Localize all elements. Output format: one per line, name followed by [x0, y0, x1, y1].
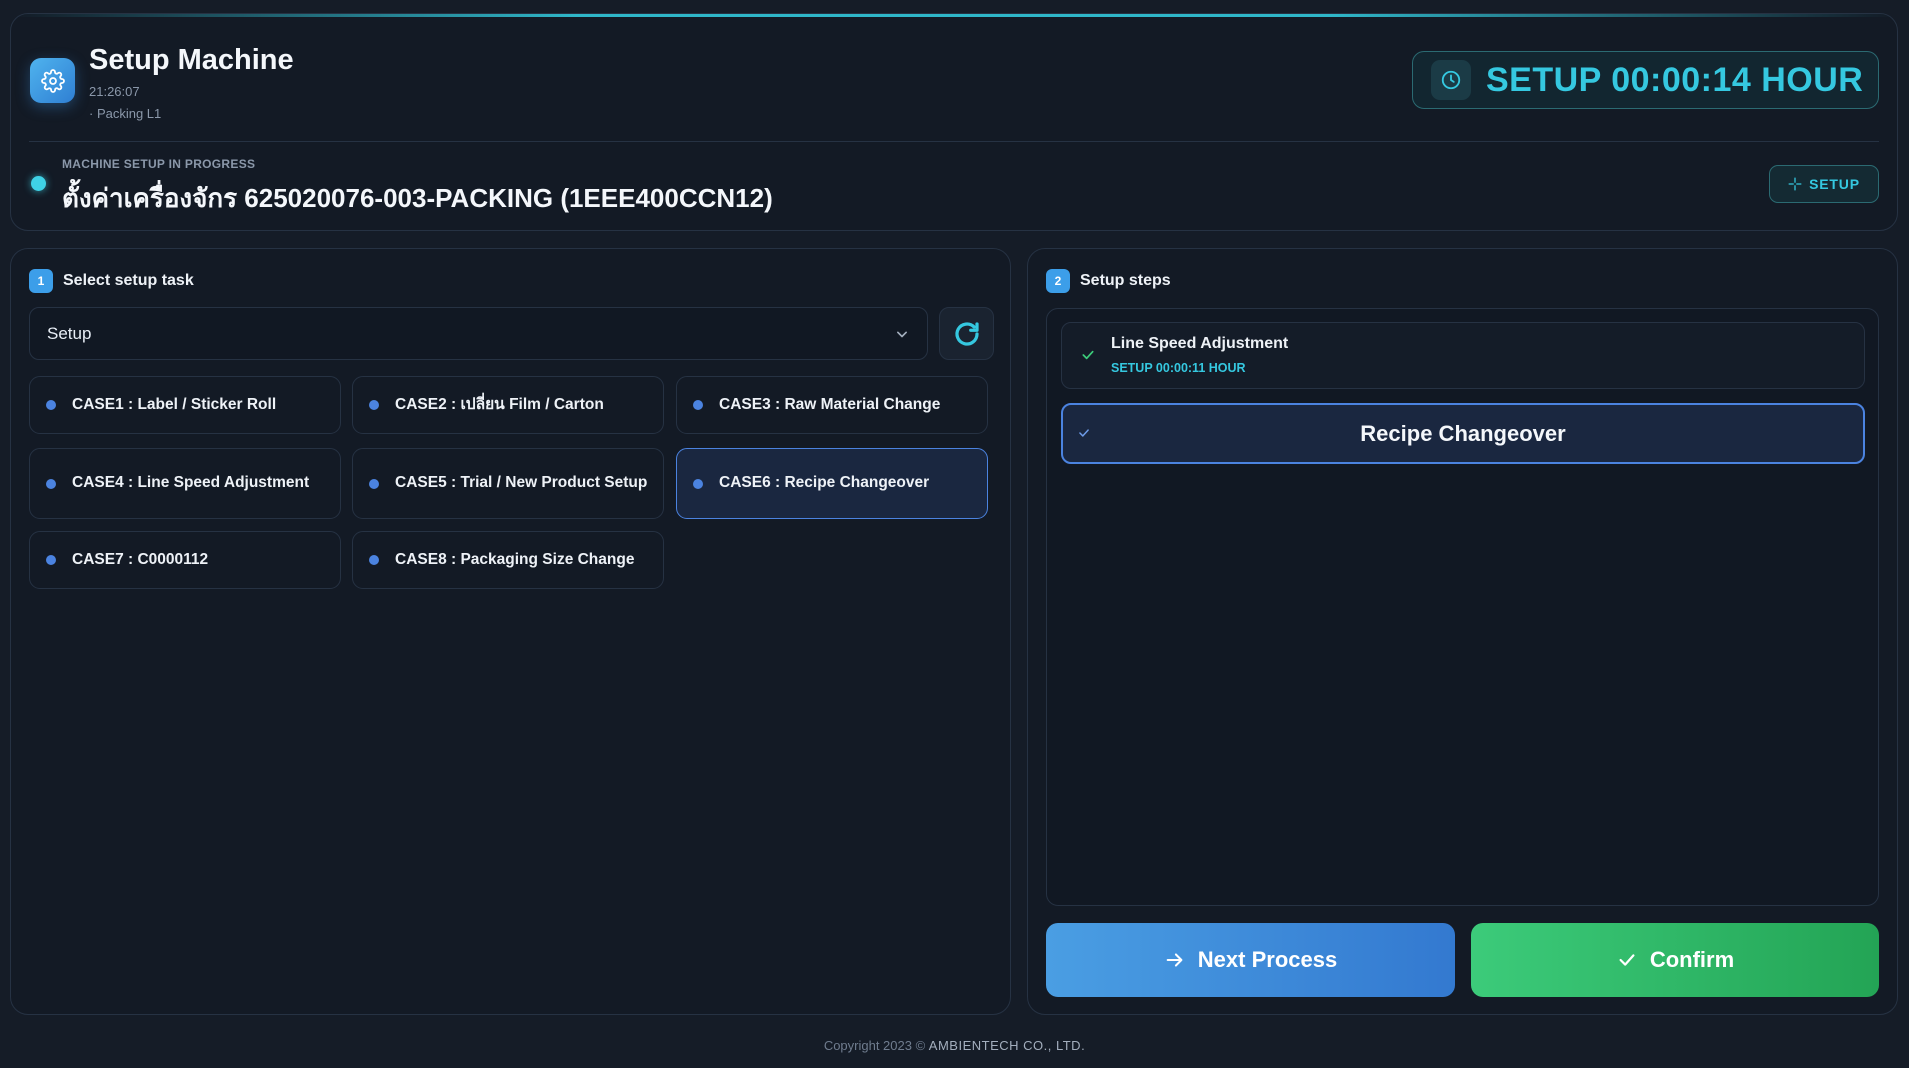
setup-steps-panel: 2 Setup steps Line Speed Adjustment SETU… [1027, 248, 1898, 1015]
section-header-setup-steps: 2 Setup steps [1046, 269, 1171, 293]
case-button-8[interactable]: CASE8 : Packaging Size Change [352, 531, 664, 589]
page-title: Setup Machine [89, 44, 294, 76]
case-button-7[interactable]: CASE7 : C0000112 [29, 531, 341, 589]
status-label: MACHINE SETUP IN PROGRESS [62, 157, 256, 171]
step-item-completed[interactable]: Line Speed Adjustment SETUP 00:00:11 HOU… [1061, 322, 1865, 389]
company-name: AMBIENTECH CO., LTD. [928, 1038, 1086, 1053]
clock-time: 21:26:07 [89, 84, 140, 99]
setup-timer: SETUP 00:00:14 HOUR [1412, 51, 1879, 109]
setup-steps-list: Line Speed Adjustment SETUP 00:00:11 HOU… [1046, 308, 1879, 906]
section-title: Setup steps [1080, 272, 1171, 289]
footer: Copyright 2023 © AMBIENTECH CO., LTD. [0, 1038, 1909, 1053]
chevron-down-icon [897, 331, 907, 338]
case-button-4[interactable]: CASE4 : Line Speed Adjustment [29, 448, 341, 519]
section-title: Select setup task [63, 272, 194, 289]
clock-icon [1431, 60, 1471, 100]
confirm-label: Confirm [1649, 947, 1735, 972]
header-accent-line [11, 14, 1897, 17]
case-button-1[interactable]: CASE1 : Label / Sticker Roll [29, 376, 341, 434]
section-header-select-task: 1 Select setup task [29, 269, 194, 293]
case-button-6-selected[interactable]: CASE6 : Recipe Changeover [676, 448, 988, 519]
status-indicator-dot [31, 176, 46, 191]
step-duration: SETUP 00:00:11 HOUR [1111, 361, 1246, 375]
step-number-badge: 1 [29, 269, 53, 293]
step-label: Line Speed Adjustment [1111, 335, 1289, 352]
case-button-5[interactable]: CASE5 : Trial / New Product Setup [352, 448, 664, 519]
case-button-3[interactable]: CASE3 : Raw Material Change [676, 376, 988, 434]
next-process-label: Next Process [1197, 947, 1338, 972]
setup-button[interactable]: SETUP [1769, 165, 1879, 203]
refresh-button[interactable] [939, 307, 994, 360]
gear-icon [30, 58, 75, 103]
check-icon [1079, 429, 1089, 437]
next-process-button[interactable]: Next Process [1046, 923, 1455, 997]
header-divider [29, 141, 1879, 142]
case-button-2[interactable]: CASE2 : เปลี่ยน Film / Carton [352, 376, 664, 434]
task-type-select[interactable]: Setup [29, 307, 928, 360]
check-icon [1082, 350, 1094, 360]
task-type-select-value: Setup [47, 323, 92, 343]
check-icon [1619, 954, 1635, 966]
crosshair-icon [1788, 177, 1802, 191]
select-task-panel: 1 Select setup task Setup CASE1 : Label … [10, 248, 1011, 1015]
copyright-text: Copyright 2023 © [823, 1038, 926, 1053]
step-label: Recipe Changeover [1360, 420, 1566, 446]
arrow-right-icon [1166, 953, 1183, 967]
setup-button-label: SETUP [1809, 176, 1860, 192]
header-card: Setup Machine 21:26:07 · Packing L1 SETU… [10, 13, 1898, 231]
line-name: · Packing L1 [89, 106, 162, 121]
refresh-icon [954, 321, 979, 346]
step-item-current[interactable]: Recipe Changeover [1061, 403, 1865, 464]
step-number-badge: 2 [1046, 269, 1070, 293]
machine-setup-title: ตั้งค่าเครื่องจักร 625020076-003-PACKING… [62, 183, 773, 213]
setup-timer-text: SETUP 00:00:14 HOUR [1486, 60, 1864, 99]
confirm-button[interactable]: Confirm [1471, 923, 1879, 997]
